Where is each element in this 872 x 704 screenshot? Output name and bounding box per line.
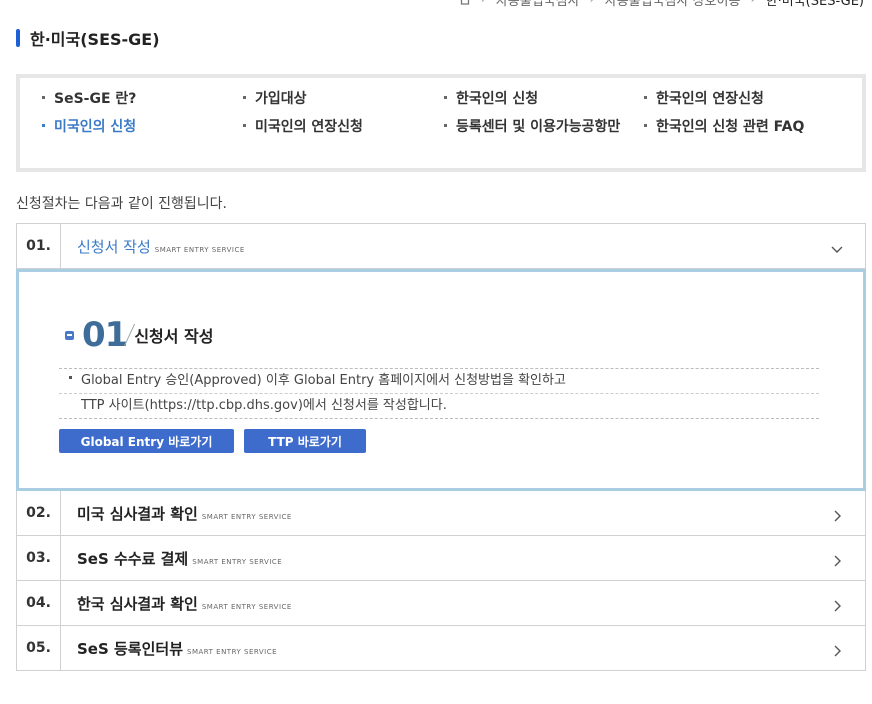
panel-title: 신청서 작성 [134,327,214,346]
page-title-text: 한·미국(SES-GE) [30,30,160,49]
panel-heading: 01 신청서 작성 [65,318,214,352]
step-header-05[interactable]: 05. SeS 등록인터뷰 SMART ENTRY SERVICE [16,626,866,671]
submenu-grid: SeS-GE 란? 가입대상 한국인의 신청 한국인의 연장신청 미국인의 신청… [42,90,844,137]
submenu-item-ses-ge-about[interactable]: SeS-GE 란? [42,90,243,109]
breadcrumb-separator-icon: › [481,0,486,7]
chevron-down-icon[interactable] [831,240,843,253]
step-number: 05. [17,626,61,670]
global-entry-link-button[interactable]: Global Entry 바로가기 [59,429,234,453]
bullet-icon [69,376,72,379]
step-label: 한국 심사결과 확인 [77,594,198,613]
submenu-item-label: 가입대상 [255,91,307,107]
description-text: Global Entry 승인(Approved) 이후 Global Entr… [81,373,566,388]
step-subtitle: SMART ENTRY SERVICE [154,246,245,254]
intro-text: 신청절차는 다음과 같이 진행됩니다. [16,196,227,212]
bullet-icon [42,123,45,127]
submenu-item-label: 미국인의 신청 [54,119,137,135]
submenu-item-label: 미국인의 연장신청 [255,119,363,135]
submenu-item-eligibility[interactable]: 가입대상 [243,90,444,109]
bullet-icon [42,95,45,99]
step-subtitle: SMART ENTRY SERVICE [192,558,283,566]
chevron-right-icon[interactable] [831,552,843,567]
breadcrumb-separator-icon: › [750,0,755,7]
description-line: TTP 사이트(https://ttp.cbp.dhs.gov)에서 신청서를 … [59,393,819,418]
submenu-item-label: 한국인의 연장신청 [656,91,764,107]
breadcrumb-separator-icon: › [590,0,595,7]
submenu-item-korean-apply[interactable]: 한국인의 신청 [444,90,644,109]
step-number: 03. [17,536,61,580]
step-label: 신청서 작성 [77,237,151,256]
bullet-icon [243,95,246,99]
step-number: 02. [17,491,61,535]
submenu-item-label: SeS-GE 란? [54,91,137,107]
submenu-item-american-apply[interactable]: 미국인의 신청 [42,118,243,137]
description-line: Global Entry 승인(Approved) 이후 Global Entr… [59,369,819,393]
step-number: 01. [17,224,61,268]
step-number: 04. [17,581,61,625]
submenu-item-centers-ports[interactable]: 등록센터 및 이용가능공항만 [444,118,644,137]
arrow-bullet-icon [65,330,74,340]
submenu-item-label: 한국인의 신청 관련 FAQ [656,119,805,135]
step-panel-01: 01 신청서 작성 Global Entry 승인(Approved) 이후 G… [16,269,866,491]
chevron-right-icon[interactable] [831,642,843,657]
step-subtitle: SMART ENTRY SERVICE [201,603,292,611]
chevron-right-icon[interactable] [831,597,843,612]
panel-buttons: Global Entry 바로가기 TTP 바로가기 [59,429,366,453]
bullet-icon [444,95,447,99]
submenu-item-korean-faq[interactable]: 한국인의 신청 관련 FAQ [644,118,844,137]
title-accent-bar [16,29,20,47]
step-subtitle: SMART ENTRY SERVICE [201,513,292,521]
submenu-item-american-renewal[interactable]: 미국인의 연장신청 [243,118,444,137]
step-header-01[interactable]: 01. 신청서 작성 SMART ENTRY SERVICE [16,223,866,269]
submenu-item-label: 등록센터 및 이용가능공항만 [456,119,621,135]
chevron-right-icon[interactable] [831,507,843,522]
bullet-icon [644,123,647,127]
page-title: 한·미국(SES-GE) [16,28,160,49]
bullet-icon [444,123,447,127]
step-label: SeS 수수료 결제 [77,549,189,568]
step-label: SeS 등록인터뷰 [77,639,184,658]
breadcrumb: › 자동출입국심사 › 자동출입국심사 상호이용 › 한·미국(SES-GE) [459,0,864,9]
step-header-02[interactable]: 02. 미국 심사결과 확인 SMART ENTRY SERVICE [16,491,866,536]
bullet-icon [243,123,246,127]
description-text: TTP 사이트(https://ttp.cbp.dhs.gov)에서 신청서를 … [81,398,447,413]
step-subtitle: SMART ENTRY SERVICE [187,648,278,656]
submenu-box: SeS-GE 란? 가입대상 한국인의 신청 한국인의 연장신청 미국인의 신청… [16,74,866,172]
step-header-03[interactable]: 03. SeS 수수료 결제 SMART ENTRY SERVICE [16,536,866,581]
step-header-04[interactable]: 04. 한국 심사결과 확인 SMART ENTRY SERVICE [16,581,866,626]
panel-step-number: 01 [82,315,128,355]
step-label: 미국 심사결과 확인 [77,504,198,523]
submenu-item-label: 한국인의 신청 [456,91,539,107]
panel-description: Global Entry 승인(Approved) 이후 Global Entr… [59,368,819,419]
bullet-icon [644,95,647,99]
submenu-item-korean-renewal[interactable]: 한국인의 연장신청 [644,90,844,109]
step-accordion: 01. 신청서 작성 SMART ENTRY SERVICE 01 신청서 작성… [16,223,866,671]
breadcrumb-item[interactable]: 자동출입국심사 [496,0,580,9]
breadcrumb-current: 한·미국(SES-GE) [765,0,864,9]
ttp-link-button[interactable]: TTP 바로가기 [244,429,366,453]
breadcrumb-item[interactable]: 자동출입국심사 상호이용 [605,0,741,9]
home-icon[interactable] [459,0,471,5]
